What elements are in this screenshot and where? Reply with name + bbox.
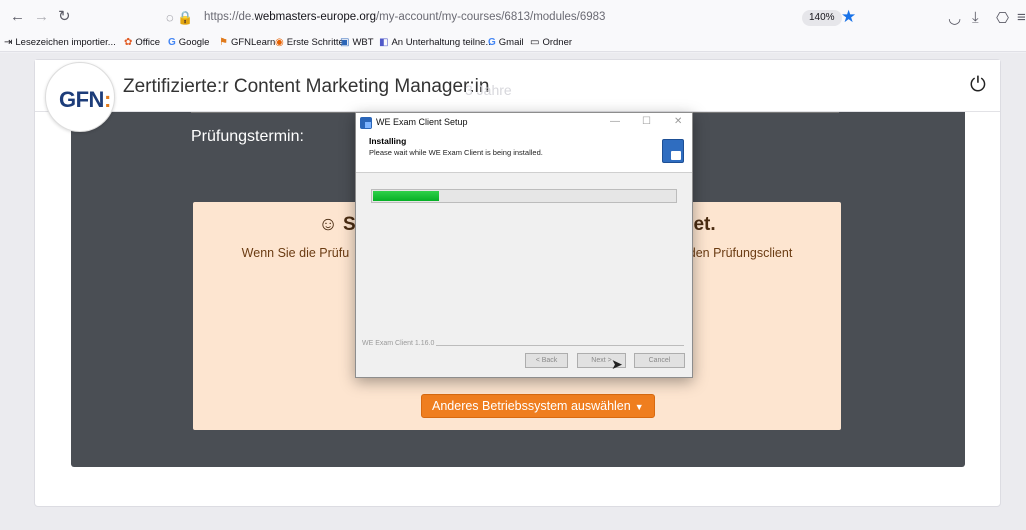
gfn-logo[interactable]: GFN: xyxy=(45,62,115,132)
course-title: Zertifizierte:r Content Marketing Manage… xyxy=(123,76,490,97)
forward-arrow-icon[interactable]: → xyxy=(34,9,49,25)
installer-app-icon xyxy=(360,117,372,129)
install-heading: Installing xyxy=(369,136,407,146)
dialog-header: Installing Please wait while WE Exam Cli… xyxy=(356,133,692,173)
url-text[interactable]: https://de.webmasters-europe.org/my-acco… xyxy=(204,11,605,23)
browser-toolbar: ← → ↻ ◌ 🔒 https://de.webmasters-europe.o… xyxy=(0,0,1026,34)
menu-icon[interactable]: ≡ xyxy=(1017,9,1026,26)
download-icon[interactable]: ⤓ xyxy=(972,9,979,26)
caret-down-icon: ▼ xyxy=(634,402,644,412)
progress-fill xyxy=(373,191,439,201)
logo-text: GFN xyxy=(59,87,104,112)
installer-dialog: WE Exam Client Setup — ☐ ✕ Installing Pl… xyxy=(355,112,693,378)
back-arrow-icon[interactable]: ← xyxy=(10,9,25,25)
we-exam-logo-icon xyxy=(662,139,684,163)
zoom-badge[interactable]: 140% xyxy=(802,10,842,26)
shield-lock-icon: ◌ 🔒 xyxy=(166,10,194,25)
close-icon[interactable]: ✕ xyxy=(674,116,682,127)
wbt-icon: ▣ xyxy=(340,37,350,48)
gfnlearn-icon: ⚑ xyxy=(219,37,228,48)
dialog-titlebar[interactable]: WE Exam Client Setup — ☐ ✕ xyxy=(356,113,692,133)
install-progress-bar xyxy=(371,189,677,203)
site-header: GFN: Zertifizierte:r Content Marketing M… xyxy=(35,60,1000,132)
teams-icon: ◧ xyxy=(379,37,389,48)
install-subtitle: Please wait while WE Exam Client is bein… xyxy=(369,148,543,157)
office-icon: ✿ xyxy=(124,37,133,48)
bookmark-gmail[interactable]: G Gmail xyxy=(488,37,524,48)
bookmark-wbt[interactable]: ▣ WBT xyxy=(340,37,374,48)
choose-os-button[interactable]: Anderes Betriebssystem auswählen ▼ xyxy=(421,394,655,418)
logo-mark-icon: : xyxy=(103,87,111,112)
extensions-icon[interactable]: ⎔ xyxy=(996,9,1009,27)
bookmark-google[interactable]: G Google xyxy=(168,37,209,48)
footer-divider xyxy=(436,345,684,346)
bookmark-erste-schritte[interactable]: ◉ Erste Schritte xyxy=(275,37,344,48)
bookmark-import[interactable]: ⇥ Lesezeichen importier... xyxy=(4,37,116,48)
reload-icon[interactable]: ↻ xyxy=(58,9,71,25)
import-icon: ⇥ xyxy=(4,37,13,48)
bookmark-unterhaltung[interactable]: ◧ An Unterhaltung teilne... xyxy=(379,37,493,48)
version-label: WE Exam Client 1.16.0 xyxy=(362,340,435,347)
cancel-button[interactable]: Cancel xyxy=(634,353,685,368)
address-bar[interactable]: ◌ 🔒 https://de.webmasters-europe.org/my-… xyxy=(160,6,874,30)
mouse-cursor-icon: ➤ xyxy=(611,356,623,372)
maximize-icon[interactable]: ☐ xyxy=(642,116,651,127)
bookmark-gfnlearn[interactable]: ⚑ GFNLearn xyxy=(219,37,275,48)
back-button[interactable]: < Back xyxy=(525,353,568,368)
power-icon[interactable]: ⏻ xyxy=(970,74,986,97)
bookmark-office[interactable]: ✿ Office xyxy=(124,37,160,48)
bookmarks-bar: ⇥ Lesezeichen importier... ✿ Office G Googl… xyxy=(0,34,1026,52)
minimize-icon[interactable]: — xyxy=(610,116,620,127)
google-icon: G xyxy=(168,37,176,48)
bookmark-ordner[interactable]: ▭ Ordner xyxy=(530,37,572,48)
folder-icon: ▭ xyxy=(530,37,540,48)
gmail-icon: G xyxy=(488,37,496,48)
bookmark-star-icon[interactable]: ★ xyxy=(841,7,856,27)
pocket-icon[interactable]: ◡ xyxy=(948,9,961,27)
firefox-icon: ◉ xyxy=(275,37,284,48)
exam-date-label: Prüfungstermin: xyxy=(191,128,304,145)
dialog-title: WE Exam Client Setup xyxy=(376,117,468,127)
ghost-text: 3 Jahre xyxy=(465,82,512,98)
